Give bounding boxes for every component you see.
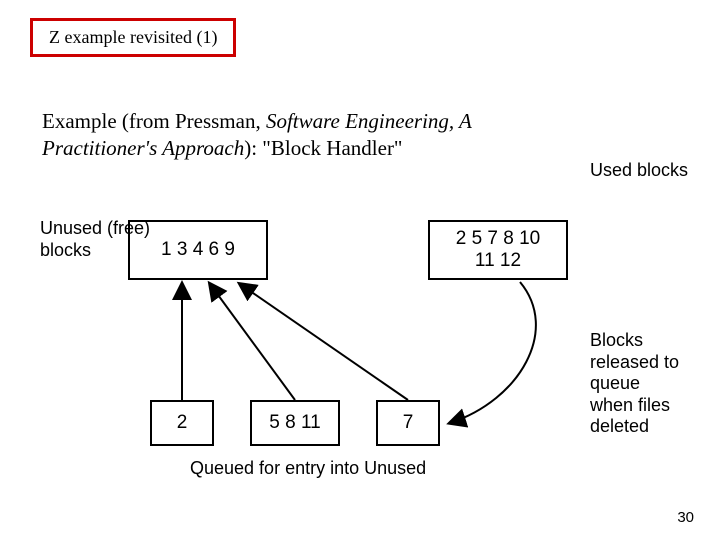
arrow-q2-to-unused <box>210 284 295 400</box>
queue-box-3-value: 7 <box>403 412 414 434</box>
used-block-set: 2 5 7 8 10 11 12 <box>456 228 541 272</box>
queue-box-2-value: 5 8 11 <box>269 412 320 434</box>
queue-caption-text: Queued for entry into Unused <box>190 458 426 478</box>
intro-part2: ): "Block Handler" <box>244 136 402 160</box>
used-block-set-box: 2 5 7 8 10 11 12 <box>428 220 568 280</box>
slide-title-box: Z example revisited (1) <box>30 18 236 57</box>
page-number-text: 30 <box>677 509 694 526</box>
released-blocks-label: Blocks released to queue when files dele… <box>590 330 684 438</box>
unused-block-set-box: 1 3 4 6 9 <box>128 220 268 280</box>
used-blocks-label: Used blocks <box>590 160 688 182</box>
slide-title: Z example revisited (1) <box>49 27 217 47</box>
released-blocks-label-text: Blocks released to queue when files dele… <box>590 330 679 436</box>
queue-box-1-value: 2 <box>177 412 188 434</box>
used-blocks-label-text: Used blocks <box>590 160 688 182</box>
arrow-used-to-queue <box>450 282 536 423</box>
queue-box-1: 2 <box>150 400 214 446</box>
queue-caption: Queued for entry into Unused <box>190 458 426 479</box>
queue-box-2: 5 8 11 <box>250 400 340 446</box>
page-number: 30 <box>677 509 694 526</box>
intro-part1: Example (from Pressman, <box>42 109 266 133</box>
arrow-q3-to-unused <box>240 284 408 400</box>
intro-text: Example (from Pressman, Software Enginee… <box>42 108 582 163</box>
unused-block-set: 1 3 4 6 9 <box>161 239 235 261</box>
queue-box-3: 7 <box>376 400 440 446</box>
